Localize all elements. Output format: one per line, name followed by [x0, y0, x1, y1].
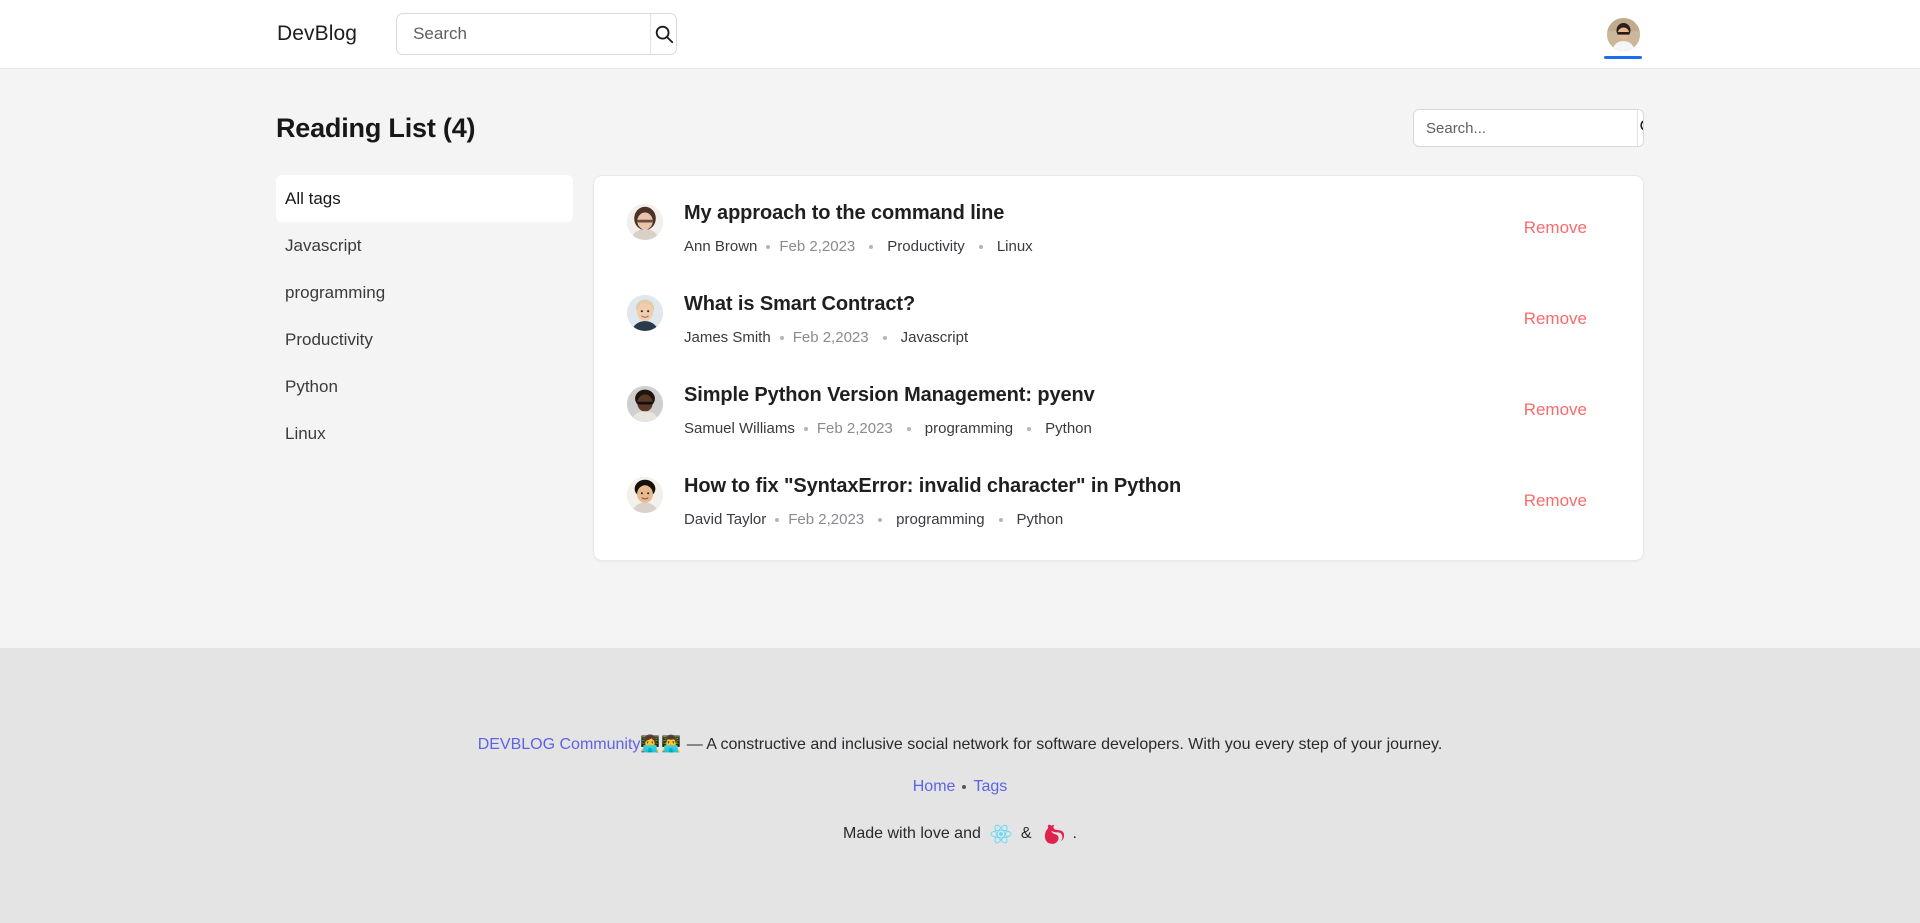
remove-button[interactable]: Remove: [1518, 214, 1593, 242]
global-search-box: [396, 13, 678, 55]
separator-dot-icon: [978, 244, 983, 249]
article-title[interactable]: What is Smart Contract?: [684, 291, 1518, 318]
separator-dot-icon: [882, 335, 887, 340]
separator-dot-icon: [906, 426, 911, 431]
tag-filter-python[interactable]: Python: [276, 363, 573, 410]
footer-tagline: — A constructive and inclusive social ne…: [686, 736, 1443, 753]
article-title[interactable]: My approach to the command line: [684, 200, 1518, 227]
article-tag[interactable]: Linux: [997, 236, 1033, 257]
article-date: Feb 2,2023: [816, 420, 893, 437]
global-search-button[interactable]: [650, 14, 677, 54]
avatar: [627, 386, 663, 422]
user-avatar-menu[interactable]: [1602, 18, 1644, 59]
avatar: [627, 204, 663, 240]
footer-made-text: Made with love and: [843, 824, 981, 842]
article-tag[interactable]: Javascript: [901, 327, 969, 348]
footer-period: .: [1072, 824, 1077, 842]
article-author: Ann Brown: [684, 238, 758, 255]
footer-credits: Made with love and & .: [0, 823, 1920, 845]
article-tag[interactable]: programming: [925, 418, 1013, 439]
react-logo-icon: [990, 824, 1012, 844]
remove-button[interactable]: Remove: [1518, 396, 1593, 424]
tag-label: Productivity: [285, 329, 373, 349]
global-search-input[interactable]: [397, 14, 651, 54]
separator-dot-icon: [962, 784, 967, 789]
page-footer: DEVBLOG Community👩‍💻👨‍💻 — A constructive…: [0, 648, 1920, 923]
article-author: James Smith: [684, 329, 771, 346]
tag-filter-all-tags[interactable]: All tags: [276, 175, 573, 222]
separator-dot-icon: [878, 517, 883, 522]
footer-navigation: Home Tags: [0, 778, 1920, 796]
article-tag[interactable]: Python: [1017, 509, 1064, 530]
table-row: My approach to the command line Ann Brow…: [594, 182, 1643, 273]
tag-label: Python: [285, 376, 338, 396]
article-info: What is Smart Contract? James Smith Feb …: [663, 289, 1518, 348]
avatar: [627, 295, 663, 331]
tag-label: Javascript: [285, 235, 362, 255]
article-author: David Taylor: [684, 511, 767, 528]
reading-list-search-box: [1413, 109, 1644, 147]
separator-dot-icon: [766, 244, 771, 249]
tag-label: All tags: [285, 188, 341, 208]
separator-dot-icon: [779, 335, 784, 340]
nestjs-logo-icon: [1041, 823, 1064, 845]
article-meta: Samuel Williams Feb 2,2023 programming P…: [684, 418, 1518, 439]
article-info: How to fix "SyntaxError: invalid charact…: [663, 471, 1518, 530]
search-icon: [653, 23, 675, 45]
tag-filter-programming[interactable]: programming: [276, 269, 573, 316]
main-content: Reading List (4) All tags Javascript: [0, 69, 1920, 648]
footer-ampersand: &: [1020, 824, 1032, 842]
article-date: Feb 2,2023: [788, 511, 865, 528]
article-info: Simple Python Version Management: pyenv …: [663, 380, 1518, 439]
reading-list-card: My approach to the command line Ann Brow…: [593, 175, 1644, 561]
remove-button[interactable]: Remove: [1518, 305, 1593, 333]
article-title[interactable]: How to fix "SyntaxError: invalid charact…: [684, 473, 1518, 500]
article-title[interactable]: Simple Python Version Management: pyenv: [684, 382, 1518, 409]
separator-dot-icon: [1027, 426, 1032, 431]
avatar-active-indicator: [1604, 56, 1642, 59]
separator-dot-icon: [775, 517, 780, 522]
separator-dot-icon: [803, 426, 808, 431]
reading-list-search-button[interactable]: [1637, 110, 1643, 146]
tag-label: Linux: [285, 423, 326, 443]
article-date: Feb 2,2023: [792, 329, 869, 346]
top-navigation-bar: DevBlog: [0, 0, 1920, 69]
footer-tagline-row: DEVBLOG Community👩‍💻👨‍💻 — A constructive…: [0, 732, 1920, 758]
content-columns: All tags Javascript programming Producti…: [276, 175, 1644, 561]
article-tag[interactable]: Python: [1045, 418, 1092, 439]
separator-dot-icon: [869, 244, 874, 249]
tag-label: programming: [285, 282, 386, 302]
reading-list-search-input[interactable]: [1414, 110, 1637, 146]
article-info: My approach to the command line Ann Brow…: [663, 198, 1518, 257]
technologists-emoji-icon: 👩‍💻👨‍💻: [640, 736, 683, 753]
tag-filter-productivity[interactable]: Productivity: [276, 316, 573, 363]
separator-dot-icon: [998, 517, 1003, 522]
table-row: What is Smart Contract? James Smith Feb …: [594, 273, 1643, 364]
search-icon: [1638, 117, 1643, 139]
table-row: How to fix "SyntaxError: invalid charact…: [594, 455, 1643, 546]
footer-community-link[interactable]: DEVBLOG Community: [478, 736, 641, 753]
avatar: [1606, 18, 1640, 51]
table-row: Simple Python Version Management: pyenv …: [594, 364, 1643, 455]
tag-filter-list: All tags Javascript programming Producti…: [276, 175, 573, 457]
tag-filter-linux[interactable]: Linux: [276, 410, 573, 457]
footer-link-home[interactable]: Home: [913, 778, 956, 796]
tag-filter-javascript[interactable]: Javascript: [276, 222, 573, 269]
footer-link-tags[interactable]: Tags: [973, 778, 1007, 796]
article-tag[interactable]: Productivity: [887, 236, 965, 257]
brand-logo[interactable]: DevBlog: [277, 22, 357, 46]
article-meta: Ann Brown Feb 2,2023 Productivity Linux: [684, 236, 1518, 257]
remove-button[interactable]: Remove: [1518, 487, 1593, 515]
avatar: [627, 477, 663, 513]
article-meta: David Taylor Feb 2,2023 programming Pyth…: [684, 509, 1518, 530]
page-title: Reading List (4): [276, 112, 476, 143]
article-tag[interactable]: programming: [896, 509, 984, 530]
article-meta: James Smith Feb 2,2023 Javascript: [684, 327, 1518, 348]
article-date: Feb 2,2023: [779, 238, 856, 255]
article-author: Samuel Williams: [684, 420, 795, 437]
page-header-row: Reading List (4): [276, 69, 1644, 147]
